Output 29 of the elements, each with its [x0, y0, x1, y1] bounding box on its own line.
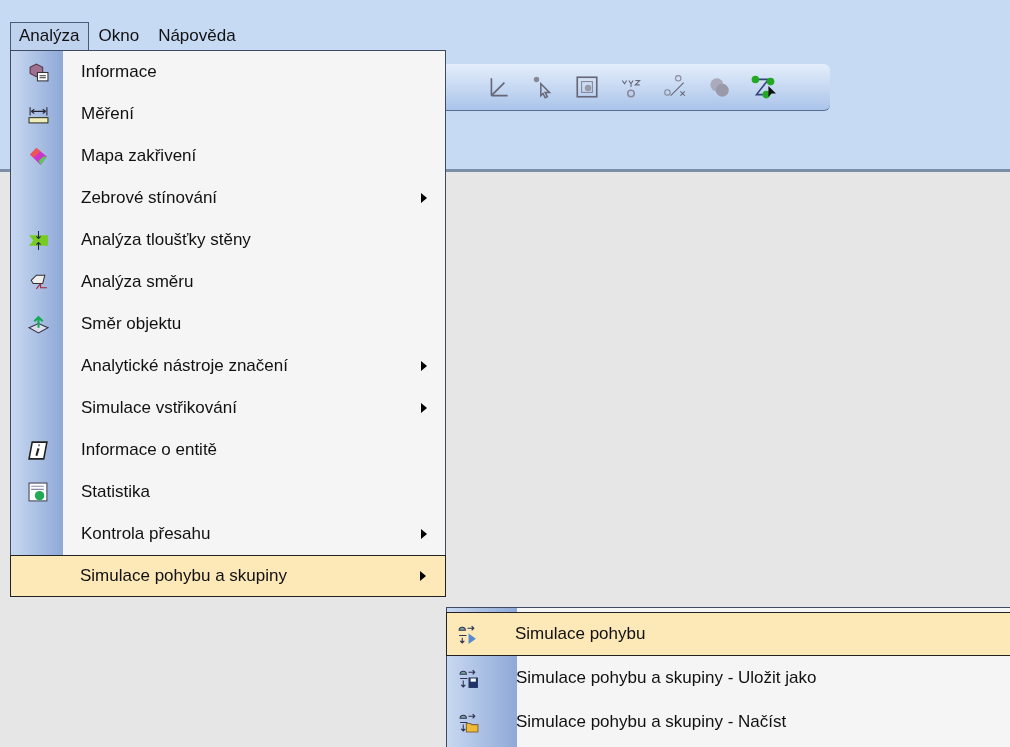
- save-arrows-icon: [457, 667, 479, 689]
- menu-item[interactable]: Informace: [11, 51, 445, 93]
- table-icon: [27, 481, 49, 503]
- menu-item[interactable]: Měření: [11, 93, 445, 135]
- folder-arrows-icon: [457, 711, 479, 733]
- menu-item[interactable]: Mapa zakřivení: [11, 135, 445, 177]
- menu-item[interactable]: Analýza tloušťky stěny: [11, 219, 445, 261]
- menu-item[interactable]: Simulace vstřikování: [11, 387, 445, 429]
- arrow-plane-icon: [27, 313, 49, 335]
- menu-item[interactable]: Zebrové stínování: [11, 177, 445, 219]
- menu-item[interactable]: Kontrola přesahu: [11, 513, 445, 555]
- menu-item[interactable]: Simulace pohybu a skupiny: [10, 555, 446, 597]
- menu-item[interactable]: Informace o entitě: [11, 429, 445, 471]
- menu-item[interactable]: Simulace pohybu a skupiny - Uložit jako: [447, 656, 1010, 700]
- menu-bar-item[interactable]: Okno: [89, 22, 150, 50]
- menu-item[interactable]: Směr objektu: [11, 303, 445, 345]
- menu-bar-item[interactable]: Analýza: [10, 22, 90, 50]
- menu-bar-item[interactable]: Nápověda: [149, 22, 246, 50]
- color-map-icon: [27, 145, 49, 167]
- menu-item[interactable]: Analýza směru: [11, 261, 445, 303]
- play-arrows-icon: [456, 623, 478, 645]
- thickness-icon: [27, 229, 49, 251]
- frame-icon[interactable]: [574, 74, 600, 100]
- node-links-icon[interactable]: [750, 74, 776, 100]
- menu-item[interactable]: Simulace pohybu: [446, 612, 1010, 656]
- menu-item[interactable]: Statistika: [11, 471, 445, 513]
- cube-icon: [27, 61, 49, 83]
- menu-item[interactable]: Analytické nástroje značení: [11, 345, 445, 387]
- menu-item[interactable]: Simulace pohybu a skupiny - Načíst: [447, 700, 1010, 744]
